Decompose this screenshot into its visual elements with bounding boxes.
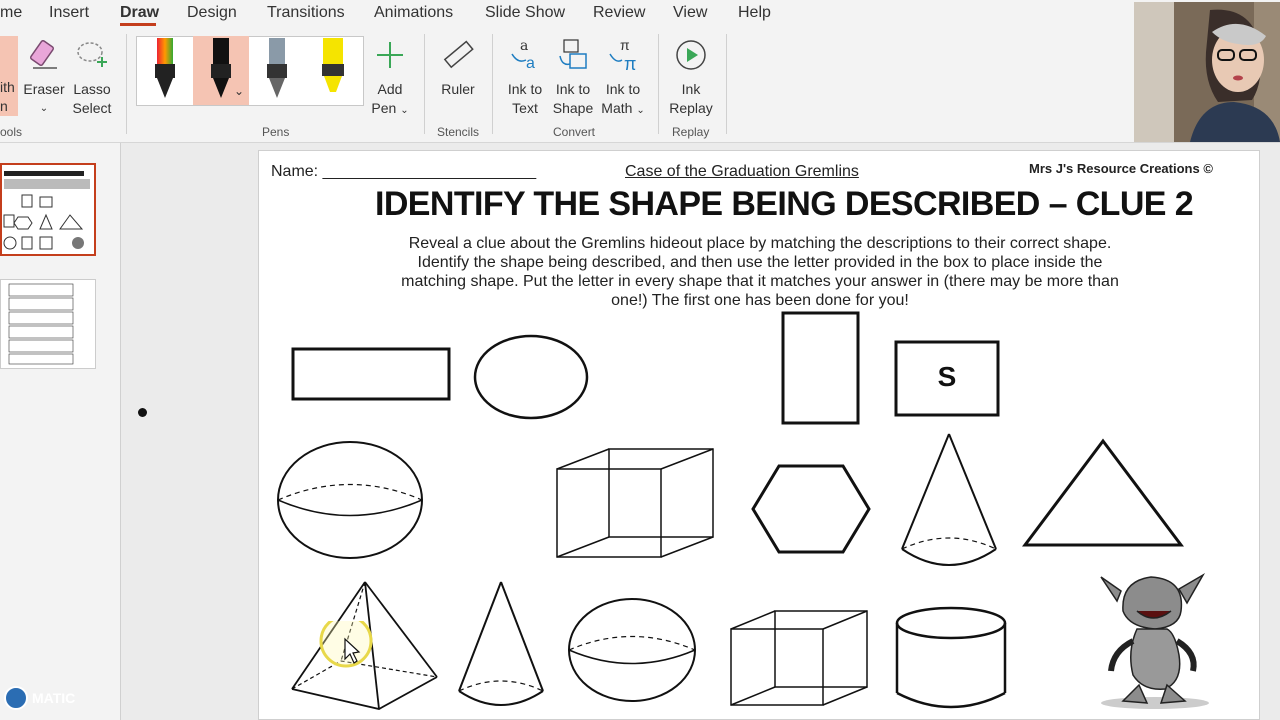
add-pen-chevron-icon: ⌄ (400, 105, 409, 116)
ink-to-text-button[interactable]: aa Ink to Text (502, 38, 548, 118)
eraser-button[interactable]: Eraser ⌄ (22, 38, 66, 118)
tall-rectangle-shape (781, 311, 860, 425)
laser-pointer-dot (138, 408, 147, 417)
tab-animations[interactable]: Animations (374, 4, 453, 22)
instructions-line: one!) The first one has been done for yo… (611, 292, 909, 309)
tab-slide-show[interactable]: Slide Show (485, 4, 565, 22)
square-answer-letter: S (937, 361, 957, 392)
cursor-highlight-ring (319, 621, 373, 668)
cone-shape (901, 433, 997, 566)
replay-icon (676, 40, 706, 70)
svg-text:a: a (526, 55, 535, 72)
tab-transitions[interactable]: Transitions (267, 4, 345, 22)
svg-text:π: π (624, 54, 636, 72)
cylinder-shape (895, 606, 1007, 709)
highlighter-icon[interactable] (318, 38, 348, 104)
lasso-icon (77, 42, 107, 67)
ink-to-math-icon: ππ (609, 37, 636, 74)
slide-thumbnail-1[interactable] (0, 163, 96, 256)
ribbon-separator (126, 34, 127, 134)
pen-options-chevron-icon[interactable]: ⌄ (234, 84, 244, 98)
stencils-group-label: Stencils (437, 125, 480, 139)
add-pen-button[interactable]: Add Pen ⌄ (366, 38, 414, 120)
screencast-logo-icon (4, 686, 28, 710)
triangle-shape (1022, 438, 1184, 547)
tab-home[interactable]: me (0, 4, 22, 22)
cube-shape (730, 610, 868, 706)
cube-shape (556, 448, 714, 558)
ribbon-separator (424, 34, 425, 134)
ribbon-separator (658, 34, 659, 134)
ink-to-math-chevron-icon: ⌄ (636, 105, 645, 116)
sphere-shape (568, 598, 696, 702)
replay-group-label: Replay (672, 125, 710, 139)
ruler-button[interactable]: Ruler (434, 38, 482, 99)
ruler-icon (443, 40, 474, 69)
tab-insert[interactable]: Insert (49, 4, 89, 22)
oval-shape (473, 334, 589, 420)
slide-title: IDENTIFY THE SHAPE BEING DESCRIBED – CLU… (375, 185, 1194, 223)
tab-review[interactable]: Review (593, 4, 645, 22)
black-pen-icon[interactable] (206, 38, 236, 104)
tools-group-label: ools (0, 125, 23, 139)
cone-shape (458, 581, 544, 706)
ink-to-shape-button[interactable]: Ink to Shape (550, 38, 596, 118)
slide-canvas[interactable]: Name: ________________________ Case of t… (258, 150, 1260, 720)
draw-with-touch-label: ith n (0, 79, 15, 114)
instructions-line: matching shape. Put the letter in every … (401, 273, 1119, 290)
slide-thumbnail-preview (8, 283, 74, 365)
ink-replay-button[interactable]: Ink Replay (666, 38, 716, 118)
credit-text: Mrs J's Resource Creations © (1029, 161, 1213, 176)
rectangle-shape (291, 347, 451, 401)
tab-view[interactable]: View (673, 4, 707, 22)
slide-subtitle: Case of the Graduation Gremlins (625, 163, 859, 180)
webcam-overlay (1134, 2, 1280, 142)
webcam-feed-image (1134, 2, 1280, 142)
ribbon-separator (726, 34, 727, 134)
screencast-watermark: MATIC (32, 690, 76, 706)
tab-help[interactable]: Help (738, 4, 771, 22)
instructions-line: Reveal a clue about the Gremlins hideout… (408, 235, 1112, 252)
name-field-label: Name: ________________________ (271, 163, 537, 180)
menu-bar: me Insert Draw Design Transitions Animat… (0, 0, 1280, 26)
ink-to-text-icon: aa (511, 38, 535, 72)
slide-thumbnail-preview (3, 171, 90, 250)
instructions-line: Identify the shape being described, and … (417, 254, 1103, 271)
ribbon-separator (492, 34, 493, 134)
pencil-icon[interactable] (262, 38, 292, 104)
eraser-icon (29, 40, 57, 69)
lasso-select-button[interactable]: Lasso Select (70, 38, 114, 118)
svg-text:a: a (520, 38, 528, 54)
instructions: Reveal a clue about the Gremlins hideout… (267, 234, 1253, 310)
gremlin-illustration (1100, 572, 1209, 709)
ink-to-math-button[interactable]: ππ Ink to Math ⌄ (598, 37, 648, 120)
svg-text:π: π (620, 38, 630, 53)
tab-draw[interactable]: Draw (120, 4, 159, 22)
galaxy-pen-icon[interactable] (150, 38, 180, 104)
plus-icon (377, 42, 403, 68)
ribbon: ith n Eraser ⌄ Lasso Select ools ⌄ Add Pe… (0, 26, 1280, 143)
ink-to-shape-icon (559, 39, 587, 69)
slide-thumbnails-pane (0, 143, 121, 720)
tab-design[interactable]: Design (187, 4, 237, 22)
hexagon-shape (751, 464, 871, 554)
sphere-shape (277, 441, 423, 559)
pens-group-label: Pens (262, 125, 290, 139)
slide-thumbnail-2[interactable] (0, 279, 96, 369)
convert-group-label: Convert (553, 125, 596, 139)
